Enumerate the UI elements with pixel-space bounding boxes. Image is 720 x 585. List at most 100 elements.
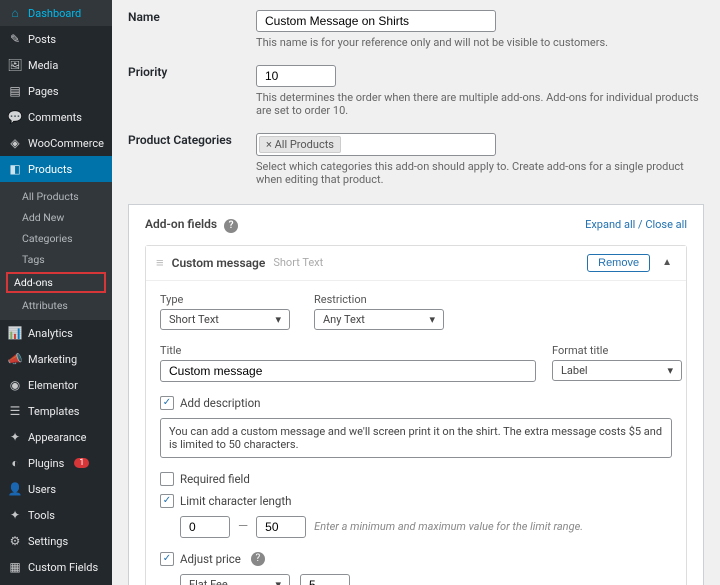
sidebar-label: Users xyxy=(28,483,56,496)
sidebar-item-users[interactable]: 👤 Users xyxy=(0,476,112,502)
sidebar-label: Posts xyxy=(28,33,56,46)
type-label: Type xyxy=(160,293,290,306)
range-dash: — xyxy=(238,519,248,534)
templates-icon: ☰ xyxy=(8,404,22,418)
sidebar-label: Pages xyxy=(28,85,59,98)
format-select[interactable]: Label▾ xyxy=(552,360,682,381)
elementor-icon: ◉ xyxy=(8,378,22,392)
category-tag[interactable]: × All Products xyxy=(259,136,341,153)
sidebar-label: Analytics xyxy=(28,327,73,340)
sidebar-item-marketing[interactable]: 📣Marketing xyxy=(0,346,112,372)
sidebar-item-appearance[interactable]: ✦Appearance xyxy=(0,424,112,450)
help-icon[interactable]: ? xyxy=(251,552,265,566)
tools-icon: ✦ xyxy=(8,508,22,522)
collapse-menu[interactable]: ◀Collapse menu xyxy=(0,580,112,585)
add-description-label: Add description xyxy=(180,396,260,410)
sidebar-item-custom-fields[interactable]: ▦Custom Fields xyxy=(0,554,112,580)
name-label: Name xyxy=(128,10,238,49)
adjust-price-label: Adjust price xyxy=(180,552,241,566)
price-value-input[interactable] xyxy=(300,574,350,585)
type-select[interactable]: Short Text▾ xyxy=(160,309,290,330)
categories-help: Select which categories this add-on shou… xyxy=(256,160,704,186)
sidebar-item-analytics[interactable]: 📊Analytics xyxy=(0,320,112,346)
products-submenu: All Products Add New Categories Tags Add… xyxy=(0,182,112,320)
chevron-down-icon: ▾ xyxy=(275,313,281,326)
expand-all-link[interactable]: Expand all xyxy=(585,218,635,231)
chevron-down-icon: ▾ xyxy=(275,578,281,585)
chevron-down-icon: ▾ xyxy=(667,364,673,377)
required-label: Required field xyxy=(180,472,250,486)
addon-subtitle: Short Text xyxy=(273,256,323,269)
submenu-all-products[interactable]: All Products xyxy=(0,186,112,207)
sidebar-item-templates[interactable]: ☰ Templates xyxy=(0,398,112,424)
restriction-select[interactable]: Any Text▾ xyxy=(314,309,444,330)
sidebar-label: Dashboard xyxy=(28,7,81,20)
sidebar-label: Elementor xyxy=(28,379,78,392)
expand-collapse-links: Expand all / Close all xyxy=(585,218,687,231)
products-icon: ◧ xyxy=(8,162,22,176)
sidebar-label: Plugins xyxy=(28,457,64,470)
sidebar-item-products[interactable]: ◧ Products xyxy=(0,156,112,182)
submenu-attributes[interactable]: Attributes xyxy=(0,295,112,316)
custom-fields-icon: ▦ xyxy=(8,560,22,574)
sidebar-item-comments[interactable]: 💬Comments xyxy=(0,104,112,130)
chevron-down-icon: ▾ xyxy=(429,313,435,326)
limit-help: Enter a minimum and maximum value for th… xyxy=(314,520,583,533)
main-content: Name This name is for your reference onl… xyxy=(112,0,720,585)
limit-checkbox[interactable] xyxy=(160,494,174,508)
adjust-price-checkbox[interactable] xyxy=(160,552,174,566)
drag-handle-icon[interactable]: ≡ xyxy=(156,255,164,271)
submenu-tags[interactable]: Tags xyxy=(0,249,112,270)
sidebar-item-settings[interactable]: ⚙Settings xyxy=(0,528,112,554)
priority-input[interactable] xyxy=(256,65,336,87)
limit-label: Limit character length xyxy=(180,494,291,508)
addon-header[interactable]: ≡ Custom message Short Text Remove ▲ xyxy=(146,246,686,281)
help-icon[interactable]: ? xyxy=(224,219,238,233)
sidebar-label: Templates xyxy=(28,405,79,418)
sidebar-item-posts[interactable]: ✎ Posts xyxy=(0,26,112,52)
dashboard-icon: ⌂ xyxy=(8,6,22,20)
sidebar-item-elementor[interactable]: ◉ Elementor xyxy=(0,372,112,398)
description-textarea[interactable]: You can add a custom message and we'll s… xyxy=(160,418,672,458)
addon-item: ≡ Custom message Short Text Remove ▲ Typ… xyxy=(145,245,687,585)
sidebar-item-dashboard[interactable]: ⌂ Dashboard xyxy=(0,0,112,26)
priority-help: This determines the order when there are… xyxy=(256,91,704,117)
priority-label: Priority xyxy=(128,65,238,117)
sidebar-label: WooCommerce xyxy=(28,137,104,150)
limit-max-input[interactable] xyxy=(256,516,306,538)
categories-input[interactable]: × All Products xyxy=(256,133,496,156)
title-input[interactable] xyxy=(160,360,536,382)
name-input[interactable] xyxy=(256,10,496,32)
price-type-select[interactable]: Flat Fee▾ xyxy=(180,574,290,585)
submenu-addons[interactable]: Add-ons xyxy=(6,272,106,293)
sidebar-label: Comments xyxy=(28,111,82,124)
categories-label: Product Categories xyxy=(128,133,238,186)
chevron-up-icon[interactable]: ▲ xyxy=(658,257,676,268)
remove-button[interactable]: Remove xyxy=(587,254,650,272)
submenu-categories[interactable]: Categories xyxy=(0,228,112,249)
sidebar-label: Marketing xyxy=(28,353,77,366)
media-icon: 🖼 xyxy=(8,58,22,72)
sidebar-item-media[interactable]: 🖼 Media xyxy=(0,52,112,78)
plugins-icon: ◐ xyxy=(8,456,22,470)
users-icon: 👤 xyxy=(8,482,22,496)
pin-icon: ✎ xyxy=(8,32,22,46)
sidebar-item-woocommerce[interactable]: ◈ WooCommerce xyxy=(0,130,112,156)
admin-sidebar: ⌂ Dashboard ✎ Posts 🖼 Media ▤ Pages 💬Comment… xyxy=(0,0,112,585)
sidebar-item-pages[interactable]: ▤ Pages xyxy=(0,78,112,104)
link-separator: / xyxy=(635,218,645,231)
limit-min-input[interactable] xyxy=(180,516,230,538)
sidebar-item-tools[interactable]: ✦ Tools xyxy=(0,502,112,528)
woo-icon: ◈ xyxy=(8,136,22,150)
submenu-add-new[interactable]: Add New xyxy=(0,207,112,228)
sidebar-label: Products xyxy=(28,163,72,176)
plugin-badge: 1 xyxy=(74,458,89,468)
required-checkbox[interactable] xyxy=(160,472,174,486)
sidebar-label: Media xyxy=(28,59,58,72)
pages-icon: ▤ xyxy=(8,84,22,98)
close-all-link[interactable]: Close all xyxy=(645,218,687,231)
add-description-checkbox[interactable] xyxy=(160,396,174,410)
restriction-label: Restriction xyxy=(314,293,444,306)
sidebar-item-plugins[interactable]: ◐ Plugins 1 xyxy=(0,450,112,476)
sidebar-label: Tools xyxy=(28,509,55,522)
